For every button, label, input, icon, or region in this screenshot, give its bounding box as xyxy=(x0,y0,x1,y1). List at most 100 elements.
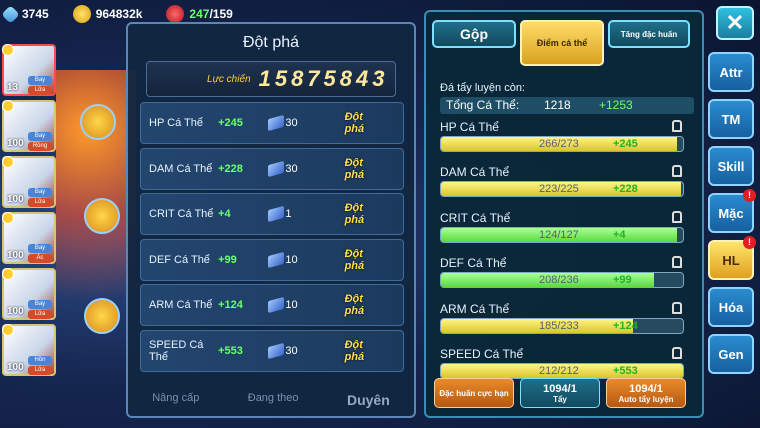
side-button-equip[interactable]: Mặc! xyxy=(708,189,756,233)
hero-level: 100 xyxy=(7,250,24,261)
gem-icon xyxy=(1,4,20,24)
hero-card[interactable]: 100 Bay Lửa xyxy=(2,268,56,320)
lock-icon[interactable] xyxy=(672,347,682,359)
hero-level: 100 xyxy=(7,306,24,317)
total-stats: Tổng Cá Thể: 1218 +1253 xyxy=(440,96,694,114)
lock-icon[interactable] xyxy=(84,198,120,234)
hero-type: Lửa xyxy=(28,310,52,319)
book-icon xyxy=(267,114,284,132)
stat-value: 223/225 xyxy=(539,183,579,195)
tab-upgrade[interactable]: Nâng cấp xyxy=(152,392,199,408)
lock-icon[interactable] xyxy=(672,119,682,132)
hero-type: Bay xyxy=(28,300,52,309)
book-icon xyxy=(267,205,284,223)
cost-count: 10 xyxy=(285,253,298,266)
tab-bond[interactable]: Duyên xyxy=(347,392,390,408)
breakthrough-button[interactable]: Đột phá xyxy=(345,202,385,226)
lock-icon[interactable] xyxy=(672,165,682,177)
stat-bonus: +99 xyxy=(218,253,237,266)
breakthrough-panel: Đột phá Lực chiến 15875843 HP Cá Thể +245… xyxy=(126,22,416,418)
panel-title: Đột phá xyxy=(242,34,300,51)
gem-resource: 3745 xyxy=(1,4,49,24)
stat-bonus: +99 xyxy=(613,274,632,286)
stat-name: CRIT Cá Thể xyxy=(440,210,511,225)
stat-name: ARM Cá Thể xyxy=(149,299,213,311)
side-button-gen[interactable]: Gen xyxy=(708,334,754,374)
element-icon xyxy=(2,324,14,336)
hero-card[interactable]: 100 Bay Rồng xyxy=(2,100,56,152)
coin-resource: 964832k xyxy=(72,5,143,23)
breakthrough-row: CRIT Cá Thể +4 1 Đột phá xyxy=(140,193,404,235)
breakthrough-button[interactable]: Đột phá xyxy=(345,248,385,272)
side-button-label: Attr xyxy=(719,64,743,80)
element-icon xyxy=(2,100,14,112)
hero-card[interactable]: 100 Bay Ác xyxy=(2,212,56,264)
stat-bonus: +4 xyxy=(218,208,231,220)
side-button-hl[interactable]: HL! xyxy=(708,236,756,280)
reroll-button[interactable]: 1094/1 Tẩy xyxy=(520,378,600,408)
stat-value: 124/127 xyxy=(539,228,579,241)
breakthrough-row: DAM Cá Thể +228 30 Đột phá xyxy=(140,147,404,190)
hero-type: Bay xyxy=(28,76,52,85)
side-button-skill[interactable]: Skill xyxy=(708,146,754,186)
hero-level: 13 xyxy=(7,82,19,93)
stat-list: HP Cá Thể 266/273 +245 DAM Cá Thể 223/225 +2… xyxy=(426,114,702,391)
stat-bonus: +245 xyxy=(218,117,243,129)
stat-bonus: +4 xyxy=(613,228,626,241)
close-button[interactable]: ✕ xyxy=(716,6,754,40)
stone-count: 1094/1 xyxy=(543,382,577,395)
hero-level: 100 xyxy=(7,138,24,149)
auto-reroll-button[interactable]: 1094/1 Auto tẩy luyện xyxy=(606,378,686,408)
element-icon xyxy=(2,212,14,224)
side-button-attr[interactable]: Attr xyxy=(708,52,754,92)
coin-icon xyxy=(72,5,91,23)
lock-icon[interactable] xyxy=(672,301,682,314)
bag-icon[interactable] xyxy=(80,104,116,140)
tab-merge[interactable]: Gộp xyxy=(432,20,516,48)
combat-power-label: Lực chiến xyxy=(207,73,251,85)
hero-card[interactable]: 13 Bay Lửa xyxy=(2,44,56,96)
total-bonus: +1253 xyxy=(599,98,633,112)
breakthrough-row: SPEED Cá Thể +553 30 Đột phá xyxy=(140,329,404,372)
breakthrough-button[interactable]: Đột phá xyxy=(345,157,385,181)
stat-value: 266/273 xyxy=(539,137,579,150)
side-button-label: Skill xyxy=(717,158,745,174)
lock-icon[interactable] xyxy=(672,210,682,223)
stat-row: DEF Cá Thể 208/236 +99 xyxy=(440,254,692,300)
breakthrough-button[interactable]: Đột phá xyxy=(345,111,385,135)
side-button-evolve[interactable]: Hóa xyxy=(708,287,754,327)
hero-card[interactable]: 100 Bay Lửa xyxy=(2,156,56,208)
evolve-icon[interactable] xyxy=(84,298,120,334)
tab-following[interactable]: Đang theo xyxy=(248,392,299,408)
stat-bonus: +228 xyxy=(218,162,243,175)
tab-individual-points[interactable]: Điểm cá thể xyxy=(520,20,604,66)
stat-bonus: +124 xyxy=(613,319,638,332)
hero-type: Bay xyxy=(28,244,52,253)
stat-value: 208/236 xyxy=(539,274,579,286)
book-icon xyxy=(267,251,284,268)
button-label: Tẩy xyxy=(553,394,567,404)
cost-count: 30 xyxy=(285,117,298,129)
hero-type: Bay xyxy=(28,188,52,197)
stat-name: ARM Cá Thể xyxy=(440,301,510,316)
book-icon xyxy=(267,160,284,177)
breakthrough-button[interactable]: Đột phá xyxy=(345,293,385,317)
stat-row: ARM Cá Thể 185/233 +124 xyxy=(440,300,692,346)
lock-icon[interactable] xyxy=(672,256,682,268)
stamina-max: /159 xyxy=(209,7,233,21)
stat-name: CRIT Cá Thể xyxy=(149,208,214,220)
side-button-tm[interactable]: TM xyxy=(708,99,754,139)
hero-type: Ác xyxy=(28,254,52,263)
breakthrough-button[interactable]: Đột phá xyxy=(345,339,385,363)
remaining-stones-label: Đá tẩy luyện còn: xyxy=(440,81,525,94)
hero-level: 100 xyxy=(7,194,24,205)
stat-name: DEF Cá Thể xyxy=(149,253,210,266)
hero-card[interactable]: 100 Hồn Lửa xyxy=(2,324,56,376)
coin-count: 964832k xyxy=(95,7,143,21)
tab-special-training[interactable]: Tăng đặc huấn xyxy=(608,20,690,48)
notification-badge: ! xyxy=(743,189,756,202)
hero-type: Lửa xyxy=(28,366,52,375)
extreme-training-button[interactable]: Đặc huấn cực hạn xyxy=(434,378,514,408)
stat-bar: 124/127 +4 xyxy=(440,226,684,243)
hero-type: Lửa xyxy=(28,198,52,207)
